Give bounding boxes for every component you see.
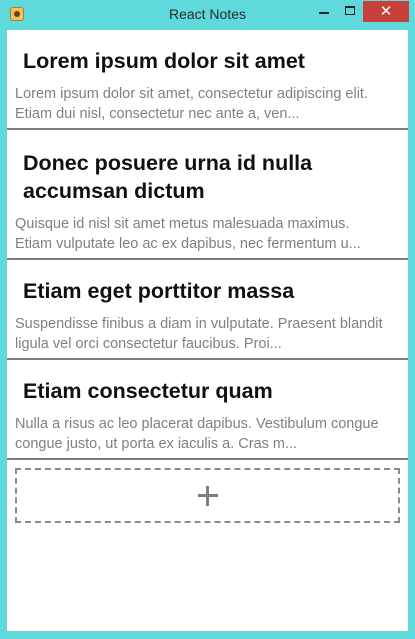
note-preview-line: Suspendisse finibus a diam in vulputate.… — [15, 316, 383, 332]
maximize-button[interactable] — [337, 1, 363, 22]
note-card[interactable]: Etiam eget porttitor massa Suspendisse f… — [7, 260, 408, 358]
minimize-icon — [319, 12, 329, 14]
note-card[interactable]: Etiam consectetur quam Nulla a risus ac … — [7, 360, 408, 458]
window-frame-bottom — [0, 631, 415, 639]
note-title: accumsan dictum — [23, 179, 205, 203]
note-preview-line: Etiam dui nisl, consectetur nec ante a, … — [15, 106, 300, 122]
notes-list: Lorem ipsum dolor sit amet Lorem ipsum d… — [7, 30, 408, 631]
note-title: Etiam eget porttitor massa — [23, 279, 295, 303]
note-title: Lorem ipsum dolor sit amet — [23, 49, 305, 73]
note-preview-line: ligula vel orci consectetur faucibus. Pr… — [15, 336, 282, 352]
close-button[interactable]: ✕ — [363, 1, 409, 22]
note-divider — [7, 458, 408, 460]
note-card[interactable]: Lorem ipsum dolor sit amet Lorem ipsum d… — [7, 30, 408, 136]
title-bar[interactable]: React Notes ✕ — [0, 0, 415, 30]
minimize-button[interactable] — [311, 1, 337, 22]
note-preview-line: Nulla a risus ac leo placerat dapibus. V… — [15, 416, 379, 432]
note-title: Donec posuere urna id nulla — [23, 151, 313, 175]
maximize-icon — [345, 6, 355, 15]
app-window: React Notes ✕ Lorem ipsum dolor sit amet… — [0, 0, 415, 639]
note-preview-line: Lorem ipsum dolor sit amet, consectetur … — [15, 86, 368, 102]
note-card[interactable]: Donec posuere urna id nulla accumsan dic… — [7, 130, 408, 258]
note-preview-line: congue justo, ut porta ex iaculis a. Cra… — [15, 436, 298, 452]
close-icon: ✕ — [379, 2, 393, 20]
note-preview-line: Quisque id nisl sit amet metus malesuada… — [15, 216, 350, 232]
add-note-button[interactable] — [15, 468, 400, 523]
note-title: Etiam consectetur quam — [23, 379, 273, 403]
note-preview-line: Etiam vulputate leo ac ex dapibus, nec f… — [15, 236, 361, 252]
